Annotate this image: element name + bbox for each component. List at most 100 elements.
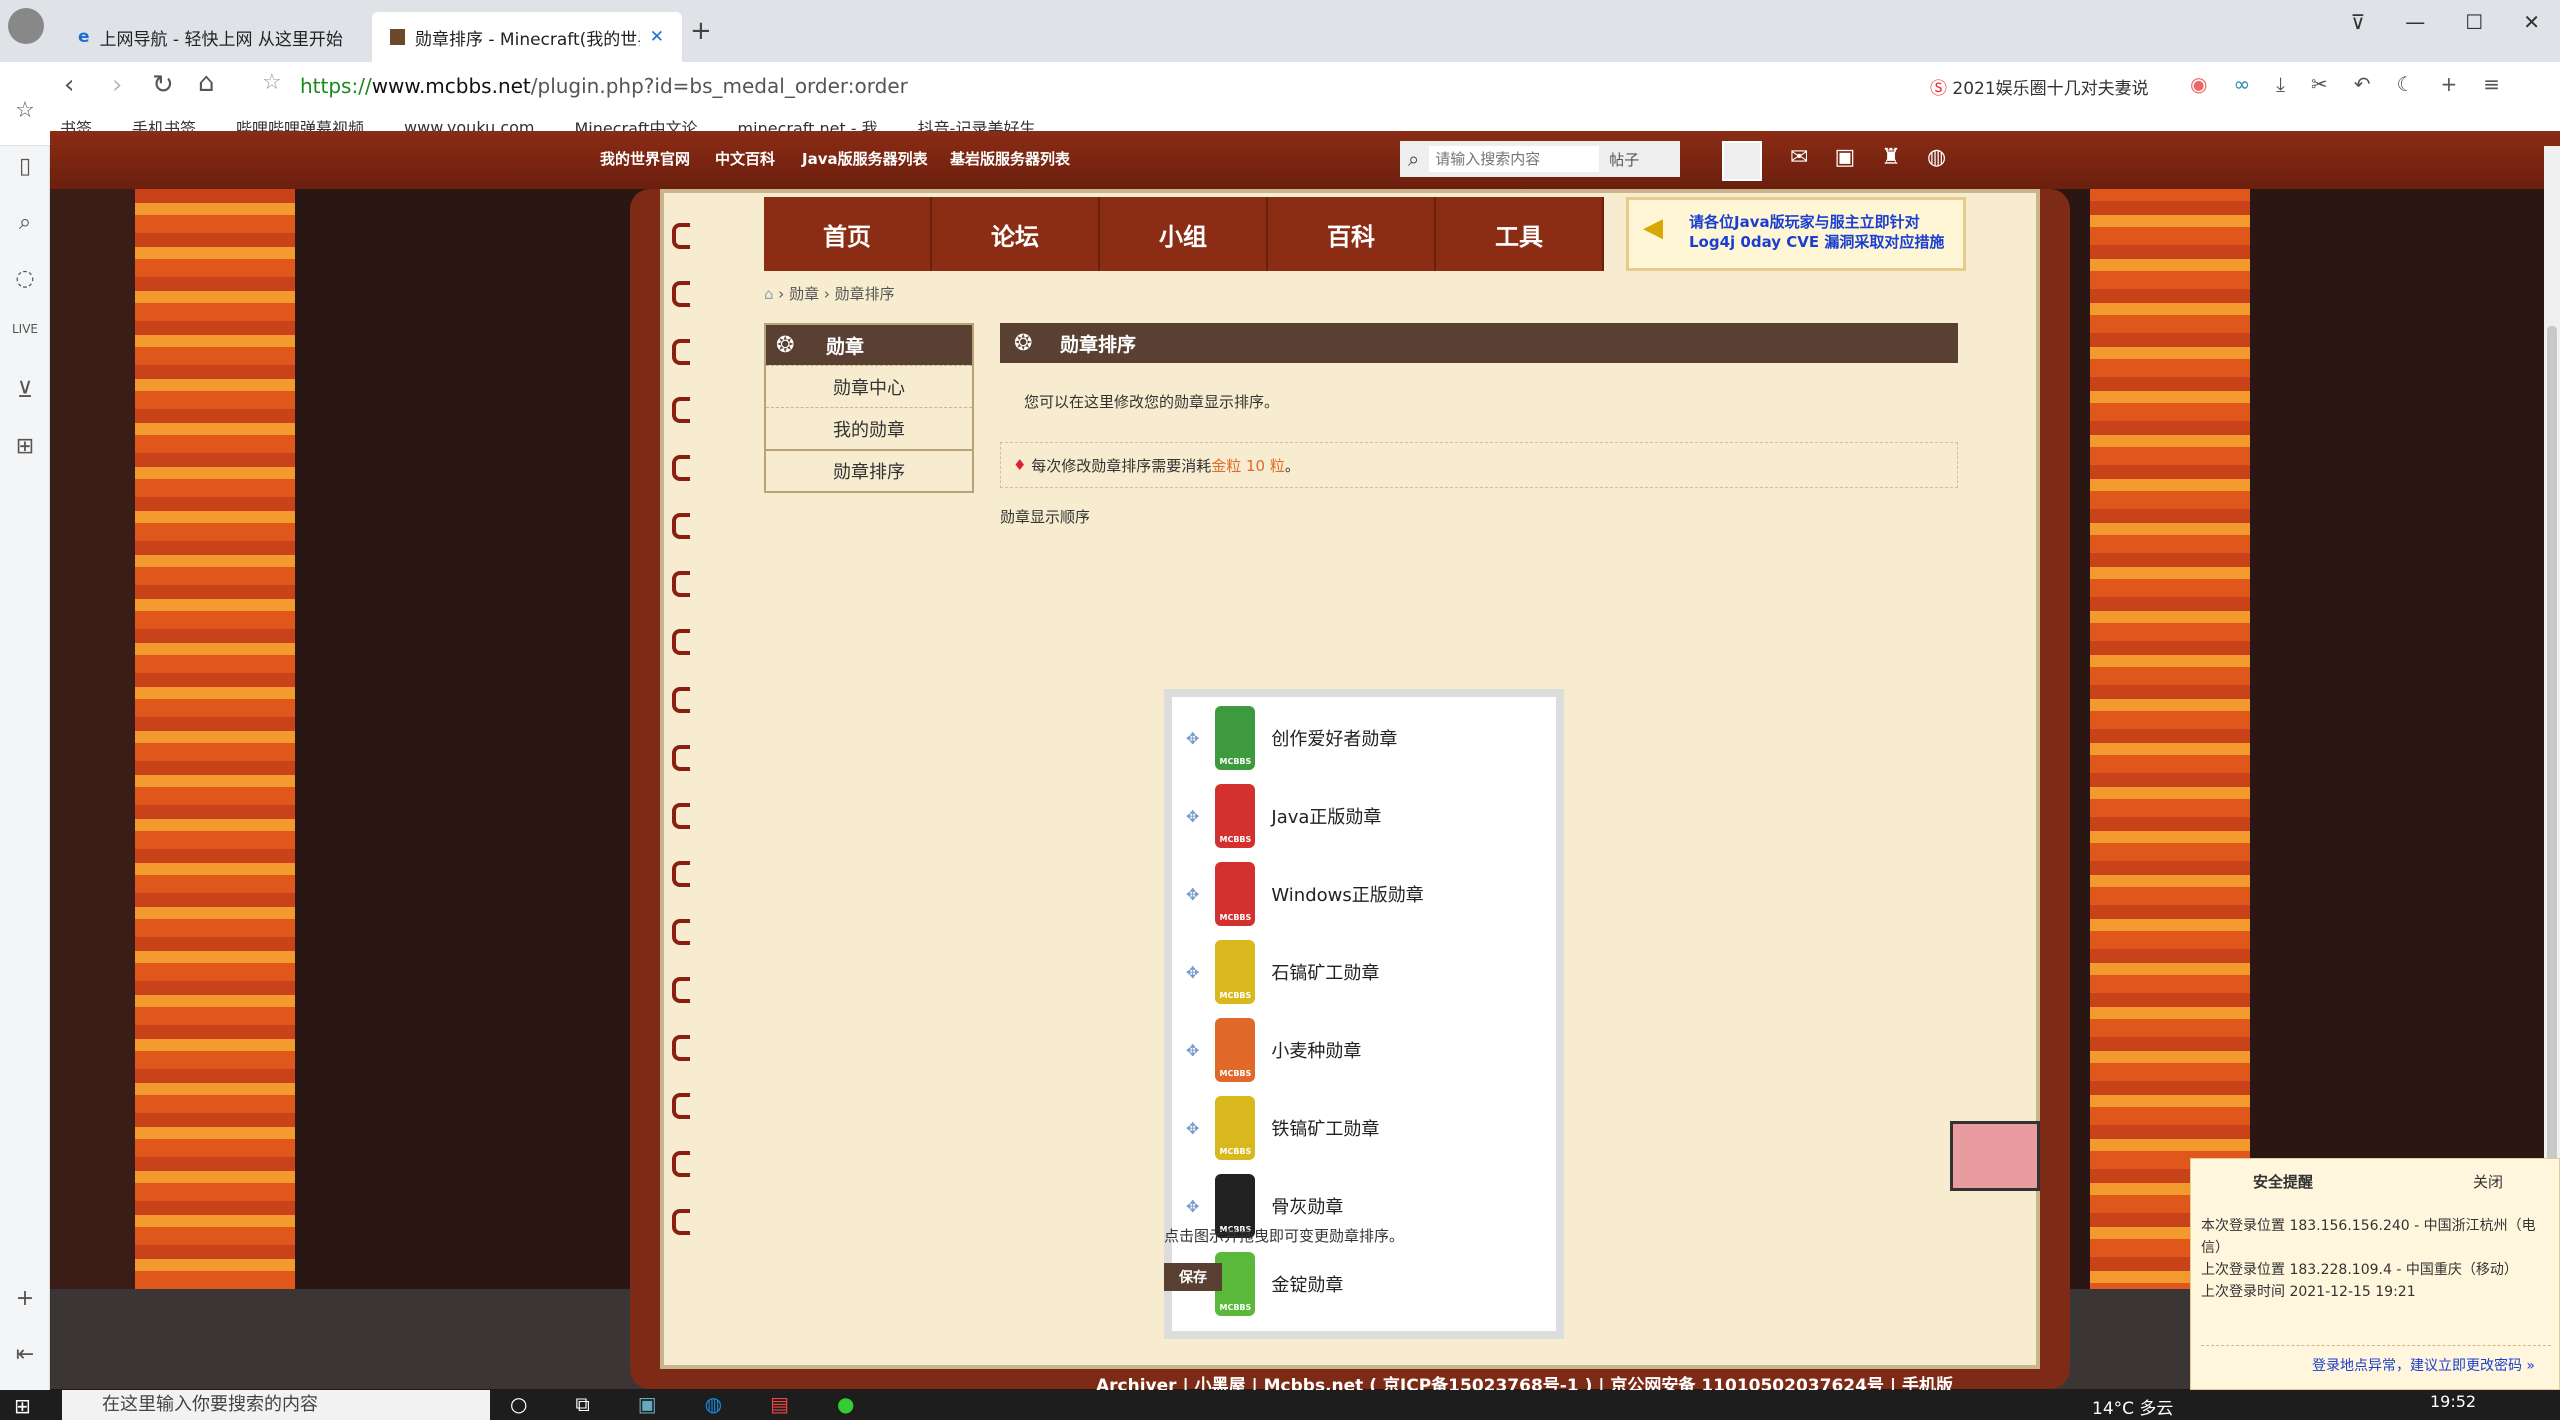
nav-forum[interactable]: 论坛: [932, 197, 1100, 271]
profile-avatar[interactable]: [8, 8, 44, 44]
search-type-select[interactable]: 帖子: [1609, 149, 1639, 170]
cart-icon[interactable]: ⊻: [10, 378, 40, 408]
add-icon[interactable]: +: [10, 1286, 40, 1316]
night-mode-icon[interactable]: ☾: [2397, 72, 2415, 96]
extension-icon[interactable]: ∞: [2233, 72, 2250, 96]
address-input[interactable]: https://www.mcbbs.net/plugin.php?id=bs_m…: [300, 62, 908, 110]
popup-close-button[interactable]: 关闭: [2473, 1171, 2503, 1192]
medal-name: 小麦种勋章: [1271, 1041, 1362, 1062]
bookmark-star-icon[interactable]: ☆: [10, 98, 40, 128]
home-icon[interactable]: ⌂: [198, 68, 215, 98]
topbar-link[interactable]: 基岩版服务器列表: [950, 148, 1070, 169]
breadcrumb: ⌂ › 勋章 › 勋章排序: [764, 285, 895, 303]
medal-icon: MCBBS: [1215, 784, 1256, 848]
menu-icon[interactable]: ≡: [2483, 72, 2500, 96]
topbar-link[interactable]: 中文百科: [715, 148, 775, 169]
medal-name: 铁镐矿工勋章: [1271, 1119, 1380, 1140]
tab-medal-order[interactable]: 勋章排序 - Minecraft(我的世界)中文 ✕: [372, 12, 682, 62]
sidebar-item-order[interactable]: 勋章排序: [766, 449, 972, 491]
sidebar-item-center[interactable]: 勋章中心: [766, 365, 972, 407]
ie-icon: e: [78, 27, 90, 47]
medal-item[interactable]: ✥ MCBBS 铁镐矿工勋章: [1172, 1089, 1556, 1167]
wechat-icon[interactable]: ●: [837, 1392, 854, 1416]
drag-handle-icon[interactable]: ✥: [1186, 729, 1199, 748]
new-tab-button[interactable]: +: [690, 16, 712, 46]
medal-item[interactable]: ✥ MCBBS Windows正版勋章: [1172, 855, 1556, 933]
cookie-icon[interactable]: ◍: [1927, 145, 1946, 170]
medal-item[interactable]: ✥MCBBS金锭勋章: [1172, 1245, 1556, 1323]
close-icon[interactable]: ✕: [650, 27, 664, 47]
plus-icon[interactable]: +: [2440, 72, 2457, 96]
back-icon[interactable]: ‹: [64, 70, 74, 100]
footer-links[interactable]: Archiver | 小黑屋 | Mcbbs.net ( 京ICP备150237…: [1096, 1371, 1953, 1390]
medal-item[interactable]: ✥ MCBBS 创作爱好者勋章: [1172, 699, 1556, 777]
medal-name: Java正版勋章: [1271, 807, 1382, 828]
translate-icon[interactable]: ⊞: [10, 434, 40, 464]
weather[interactable]: 14°C 多云: [2092, 1394, 2173, 1419]
drag-handle-icon[interactable]: ✥: [1186, 1197, 1199, 1216]
collapse-icon[interactable]: ⇤: [10, 1342, 40, 1372]
breadcrumb-item: 勋章排序: [834, 285, 895, 303]
description: 您可以在这里修改您的勋章显示排序。: [1024, 393, 1280, 411]
clock[interactable]: 19:52: [2430, 1392, 2476, 1411]
reader-icon[interactable]: ▯: [10, 154, 40, 184]
topbar-link[interactable]: 我的世界官网: [600, 148, 690, 169]
task-icon[interactable]: ♜: [1881, 145, 1901, 170]
minimize-icon[interactable]: —: [2405, 10, 2425, 34]
drag-handle-icon[interactable]: ✥: [1186, 963, 1199, 982]
medal-item[interactable]: ✥ MCBBS 石镐矿工勋章: [1172, 933, 1556, 1011]
search-icon[interactable]: ○: [510, 1392, 527, 1416]
medal-icon: MCBBS: [1215, 940, 1256, 1004]
undo-icon[interactable]: ↶: [2354, 72, 2371, 96]
browser-icon[interactable]: ◍: [705, 1392, 722, 1416]
main-title: ❂ 勋章排序: [1000, 323, 1958, 363]
medal-icon: MCBBS: [1215, 862, 1256, 926]
topbar-link[interactable]: Java版服务器列表: [802, 148, 928, 169]
nav-tools[interactable]: 工具: [1436, 197, 1604, 271]
medal-item[interactable]: ✥ MCBBS Java正版勋章: [1172, 777, 1556, 855]
scissors-icon[interactable]: ✂: [2311, 72, 2328, 96]
search-icon[interactable]: ⌕: [10, 210, 40, 240]
explorer-icon[interactable]: ▣: [638, 1392, 657, 1416]
medal-icon: MCBBS: [1215, 1096, 1256, 1160]
sidebar-item-mine[interactable]: 我的勋章: [766, 407, 972, 449]
windows-start-icon[interactable]: ⊞: [14, 1394, 31, 1418]
medal-item[interactable]: ✥ MCBBS 小麦种勋章: [1172, 1011, 1556, 1089]
tab-navigation[interactable]: e 上网导航 - 轻快上网 从这里开始: [60, 12, 370, 62]
taskbar-search-input[interactable]: 在这里输入你要搜索的内容: [62, 1390, 490, 1420]
medal-name: 骨灰勋章: [1271, 1197, 1344, 1218]
download-icon[interactable]: ⤓: [2276, 72, 2285, 96]
forward-icon[interactable]: ›: [112, 70, 122, 100]
site-search-input[interactable]: [1429, 146, 1600, 172]
announcement[interactable]: ◀ 请各位Java版玩家与服主立即针对Log4j 0day CVE 漏洞采取对应…: [1626, 197, 1966, 271]
nav-home[interactable]: 首页: [764, 197, 932, 271]
search-box[interactable]: Ⓢ 2021娱乐圈十几对夫妻说: [1930, 74, 2160, 102]
drag-handle-icon[interactable]: ✥: [1186, 1119, 1199, 1138]
office-icon[interactable]: ▤: [770, 1392, 789, 1416]
chat-icon[interactable]: ◌: [10, 266, 40, 296]
maximize-icon[interactable]: ☐: [2465, 10, 2483, 34]
live-icon[interactable]: LIVE: [10, 322, 40, 352]
nav-wiki[interactable]: 百科: [1268, 197, 1436, 271]
task-view-icon[interactable]: ⧉: [575, 1392, 589, 1416]
main-nav: 首页 论坛 小组 百科 工具: [764, 197, 1604, 271]
popup-title: 安全提醒: [2253, 1173, 2314, 1191]
restore-icon[interactable]: ⊽: [2351, 10, 2366, 34]
drag-handle-icon[interactable]: ✥: [1186, 885, 1199, 904]
game-icon[interactable]: ◉: [2190, 72, 2207, 96]
user-avatar[interactable]: [1722, 141, 1762, 181]
close-window-icon[interactable]: ✕: [2523, 10, 2540, 34]
nav-group[interactable]: 小组: [1100, 197, 1268, 271]
reload-icon[interactable]: ↻: [152, 70, 174, 100]
message-icon[interactable]: ✉: [1790, 145, 1808, 170]
change-password-link[interactable]: 登录地点异常，建议立即更改密码 »: [2312, 1355, 2535, 1375]
drag-handle-icon[interactable]: ✥: [1186, 807, 1199, 826]
notification-icon[interactable]: ▣: [1834, 145, 1855, 170]
star-icon[interactable]: ☆: [262, 70, 282, 95]
tab-label: 勋章排序 - Minecraft(我的世界)中文: [414, 29, 640, 50]
save-button[interactable]: 保存: [1164, 1263, 1222, 1291]
background-lava-left: [135, 189, 295, 1289]
breadcrumb-item[interactable]: 勋章: [789, 285, 819, 303]
home-icon[interactable]: ⌂: [764, 285, 774, 303]
drag-handle-icon[interactable]: ✥: [1186, 1041, 1199, 1060]
